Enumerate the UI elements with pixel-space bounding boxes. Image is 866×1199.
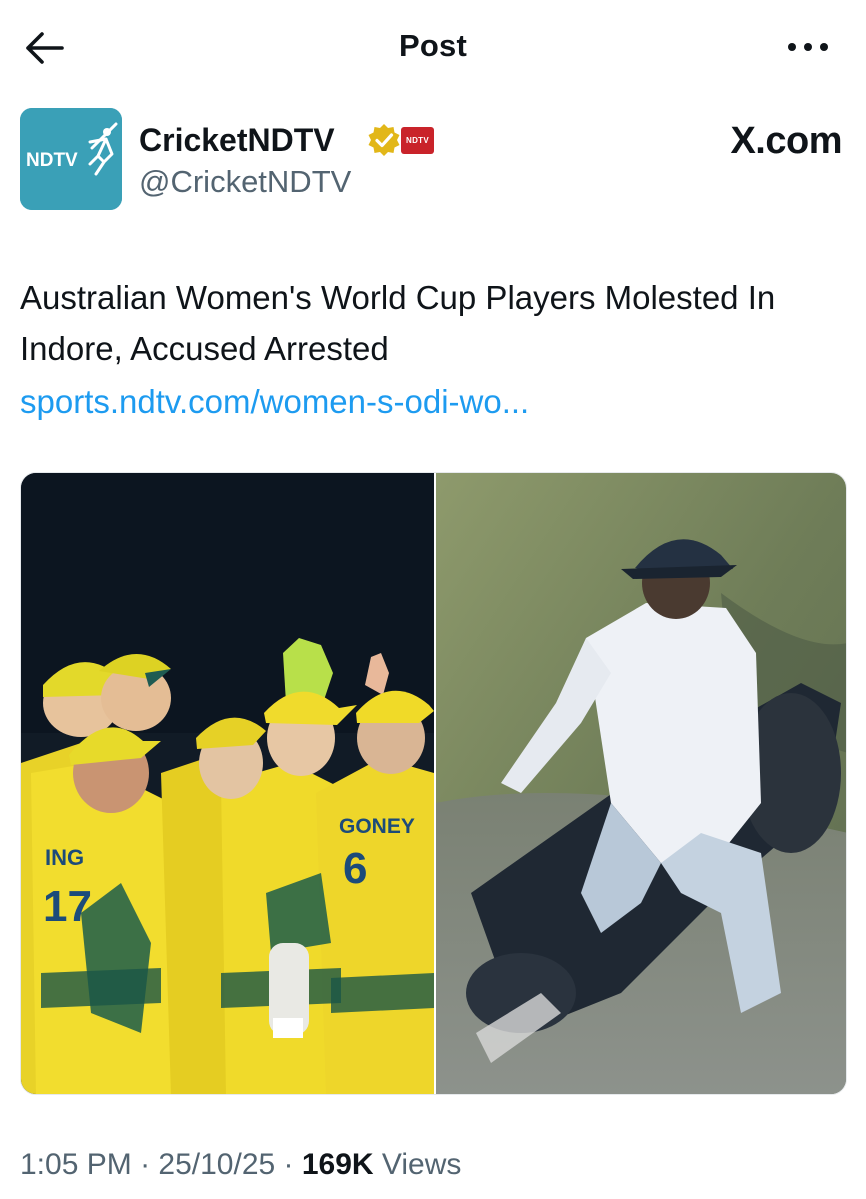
user-handle[interactable]: @CricketNDTV xyxy=(139,164,351,200)
ndtv-logo: NDTV xyxy=(20,108,122,210)
meta-separator: · xyxy=(140,1148,159,1181)
views-label: Views xyxy=(381,1148,462,1181)
post-author: NDTV CricketNDTV NDTV @CricketNDTV X.com xyxy=(20,108,850,214)
meta-separator: · xyxy=(283,1148,302,1181)
svg-text:17: 17 xyxy=(43,882,92,931)
more-icon xyxy=(788,43,828,51)
display-name[interactable]: CricketNDTV xyxy=(139,122,335,159)
verified-badge-icon xyxy=(368,124,400,156)
svg-text:GONEY: GONEY xyxy=(339,815,415,838)
post-meta: 1:05 PM · 25/10/25 · 169K Views xyxy=(20,1148,461,1182)
post-link[interactable]: sports.ndtv.com/women-s-odi-wo... xyxy=(20,376,529,427)
source-label: X.com xyxy=(730,120,842,162)
post-text: Australian Women's World Cup Players Mol… xyxy=(20,279,776,367)
affiliate-badge-label: NDTV xyxy=(406,136,429,145)
accused-photo xyxy=(436,473,846,1094)
more-button[interactable] xyxy=(784,32,832,62)
svg-text:6: 6 xyxy=(343,844,367,893)
affiliate-badge[interactable]: NDTV xyxy=(401,127,434,154)
views-count[interactable]: 169K xyxy=(302,1148,374,1181)
avatar-logo-text: NDTV xyxy=(26,150,78,171)
page-title: Post xyxy=(399,28,467,63)
post-time: 1:05 PM xyxy=(20,1148,132,1181)
svg-text:ING: ING xyxy=(45,845,84,870)
avatar[interactable]: NDTV xyxy=(20,108,122,210)
post-date: 25/10/25 xyxy=(158,1148,276,1181)
post-media[interactable]: ING 17 GONEY 6 xyxy=(20,472,847,1095)
team-celebration-photo: ING 17 GONEY 6 xyxy=(21,473,434,1094)
top-bar: Post xyxy=(0,0,866,96)
